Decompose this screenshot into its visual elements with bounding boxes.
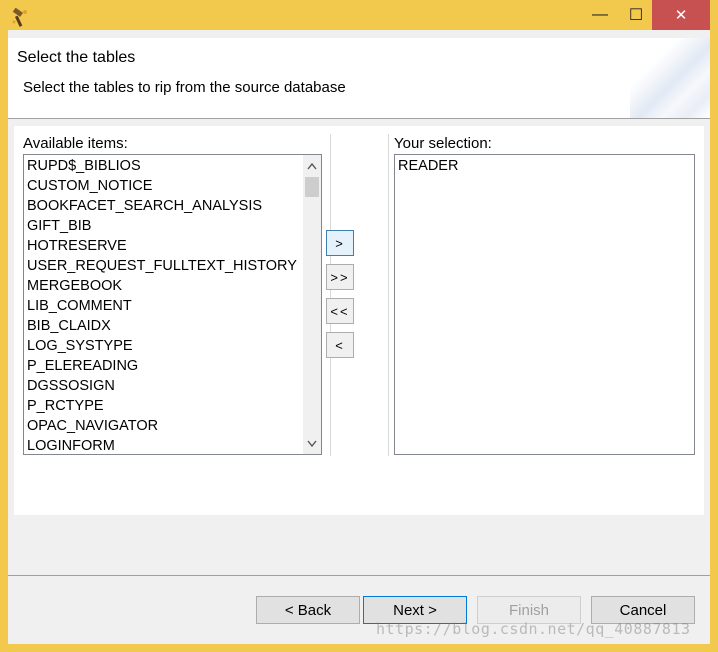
wizard-window: — ☐ ✕ Select the tables Select the table… [0, 0, 718, 652]
title-bar[interactable]: — ☐ ✕ [0, 0, 718, 30]
list-item[interactable]: P_ELEREADING [27, 356, 138, 376]
close-icon: ✕ [674, 7, 688, 24]
list-item[interactable]: P_RCTYPE [27, 396, 104, 416]
list-item[interactable]: DGSSOSIGN [27, 376, 115, 396]
list-item[interactable]: LIB_COMMENT [27, 296, 132, 316]
list-item[interactable]: READER [398, 156, 458, 176]
list-item[interactable]: USER_REQUEST_FULLTEXT_HISTORY [27, 256, 297, 276]
list-item[interactable]: BIB_CLAIDX [27, 316, 111, 336]
list-item[interactable]: GIFT_BIB [27, 216, 91, 236]
page-description: Select the tables to rip from the source… [23, 79, 346, 96]
list-item[interactable]: BOOKFACET_SEARCH_ANALYSIS [27, 196, 262, 216]
list-item[interactable]: CUSTOM_NOTICE [27, 176, 152, 196]
scroll-up-icon[interactable] [303, 157, 321, 175]
dialog-client-area: Select the tables Select the tables to r… [8, 30, 710, 644]
watermark-text: https://blog.csdn.net/qq_40887813 [376, 620, 691, 638]
back-button[interactable]: < Back [256, 596, 360, 624]
list-item[interactable]: RUPD$_BIBLIOS [27, 156, 141, 176]
selection-list[interactable]: READER [394, 154, 695, 455]
page-title: Select the tables [17, 49, 136, 66]
maximize-button[interactable]: ☐ [618, 0, 654, 30]
wand-icon [10, 7, 30, 28]
right-panel-divider [388, 134, 389, 456]
left-panel-divider [330, 134, 331, 456]
close-button[interactable]: ✕ [652, 0, 710, 30]
minimize-button[interactable]: — [580, 0, 620, 30]
list-item[interactable]: OPAC_NAVIGATOR [27, 416, 158, 436]
remove-selected-button[interactable]: < [326, 332, 354, 358]
footer-divider [8, 575, 710, 576]
list-item[interactable]: HOTRESERVE [27, 236, 127, 256]
remove-all-button[interactable]: << [326, 298, 354, 324]
header-decoration [630, 38, 710, 118]
available-items-label: Available items: [23, 135, 128, 152]
your-selection-label: Your selection: [394, 135, 492, 152]
available-list-scrollbar[interactable] [303, 155, 321, 454]
wizard-header: Select the tables Select the tables to r… [8, 38, 710, 118]
table-selection-panel: Available items: RUPD$_BIBLIOS CUSTOM_NO… [14, 126, 704, 515]
scroll-thumb[interactable] [305, 177, 319, 197]
list-item[interactable]: LOGINFORM [27, 436, 115, 454]
maximize-icon: ☐ [628, 7, 644, 24]
header-divider [8, 118, 710, 119]
add-all-button[interactable]: >> [326, 264, 354, 290]
list-item[interactable]: MERGEBOOK [27, 276, 122, 296]
list-item[interactable]: LOG_SYSTYPE [27, 336, 133, 356]
scroll-down-icon[interactable] [303, 434, 321, 452]
available-items-list[interactable]: RUPD$_BIBLIOS CUSTOM_NOTICE BOOKFACET_SE… [23, 154, 322, 455]
minimize-icon: — [592, 6, 608, 23]
add-selected-button[interactable]: > [326, 230, 354, 256]
